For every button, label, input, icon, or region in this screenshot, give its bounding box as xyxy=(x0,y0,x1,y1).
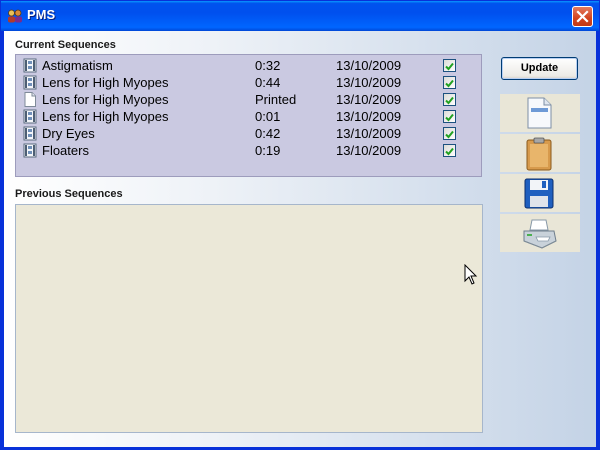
sequence-name: Astigmatism xyxy=(42,58,113,73)
checkmark-icon xyxy=(445,147,454,156)
close-button[interactable] xyxy=(572,6,593,27)
sequence-duration: 0:44 xyxy=(255,75,281,90)
window-client-area: Current Sequences Astigmatism 0:32 13/10/2… xyxy=(4,31,596,447)
sequence-duration: 0:32 xyxy=(255,58,281,73)
sequence-date: 13/10/2009 xyxy=(336,75,402,90)
sequence-row[interactable]: Dry Eyes 0:42 13/10/2009 xyxy=(16,125,481,142)
sequence-name: Lens for High Myopes xyxy=(42,109,169,124)
sequence-row[interactable]: Lens for High Myopes 0:01 13/10/2009 xyxy=(16,108,481,125)
film-sequence-icon xyxy=(23,143,37,158)
sequence-checkbox[interactable] xyxy=(443,59,456,72)
print-button[interactable] xyxy=(500,214,580,252)
checkmark-icon xyxy=(445,79,454,88)
sequence-row[interactable]: Floaters 0:19 13/10/2009 xyxy=(16,142,481,159)
close-icon xyxy=(576,10,589,23)
sequence-checkbox[interactable] xyxy=(443,127,456,140)
film-sequence-icon xyxy=(23,126,37,141)
pms-window: PMS Current Sequences Astigmatism 0:32 13/… xyxy=(0,0,600,450)
checkmark-icon xyxy=(445,96,454,105)
title-bar[interactable]: PMS xyxy=(1,1,599,31)
film-sequence-icon xyxy=(23,58,37,73)
checkmark-icon xyxy=(445,130,454,139)
sequence-row[interactable]: Astigmatism 0:32 13/10/2009 xyxy=(16,57,481,74)
pms-app-icon xyxy=(8,9,22,23)
sequence-duration: 0:42 xyxy=(255,126,281,141)
checkmark-icon xyxy=(445,62,454,71)
mouse-pointer-icon xyxy=(464,264,478,285)
printed-document-icon xyxy=(24,92,36,107)
update-button[interactable]: Update xyxy=(501,57,578,80)
printer-icon xyxy=(523,219,557,249)
film-sequence-icon xyxy=(23,109,37,124)
previous-sequences-label: Previous Sequences xyxy=(15,188,123,200)
sequence-duration: Printed xyxy=(255,92,297,107)
sequence-checkbox[interactable] xyxy=(443,144,456,157)
save-button[interactable] xyxy=(500,174,580,212)
clipboard-icon xyxy=(526,137,552,171)
new-document-button[interactable] xyxy=(500,94,580,132)
previous-sequences-list[interactable] xyxy=(15,204,483,433)
sequence-date: 13/10/2009 xyxy=(336,143,402,158)
sequence-date: 13/10/2009 xyxy=(336,92,402,107)
sequence-row[interactable]: Lens for High Myopes 0:44 13/10/2009 xyxy=(16,74,481,91)
sequence-checkbox[interactable] xyxy=(443,76,456,89)
film-sequence-icon xyxy=(23,75,37,90)
floppy-disk-icon xyxy=(524,178,554,209)
sequence-duration: 0:01 xyxy=(255,109,281,124)
sequence-checkbox[interactable] xyxy=(443,93,456,106)
sequence-name: Lens for High Myopes xyxy=(42,75,169,90)
sequence-date: 13/10/2009 xyxy=(336,126,402,141)
sequence-name: Lens for High Myopes xyxy=(42,92,169,107)
sequence-checkbox[interactable] xyxy=(443,110,456,123)
sequence-row[interactable]: Lens for High Myopes Printed 13/10/2009 xyxy=(16,91,481,108)
sequence-date: 13/10/2009 xyxy=(336,109,402,124)
new-document-icon xyxy=(527,97,552,129)
current-sequences-list[interactable]: Astigmatism 0:32 13/10/2009 Lens for High M… xyxy=(15,54,482,177)
checkmark-icon xyxy=(445,113,454,122)
current-sequences-label: Current Sequences xyxy=(15,39,116,51)
paste-button[interactable] xyxy=(500,134,580,172)
sequence-name: Floaters xyxy=(42,143,89,158)
window-title: PMS xyxy=(27,7,56,22)
sequence-name: Dry Eyes xyxy=(42,126,95,141)
sequence-duration: 0:19 xyxy=(255,143,281,158)
sequence-date: 13/10/2009 xyxy=(336,58,402,73)
